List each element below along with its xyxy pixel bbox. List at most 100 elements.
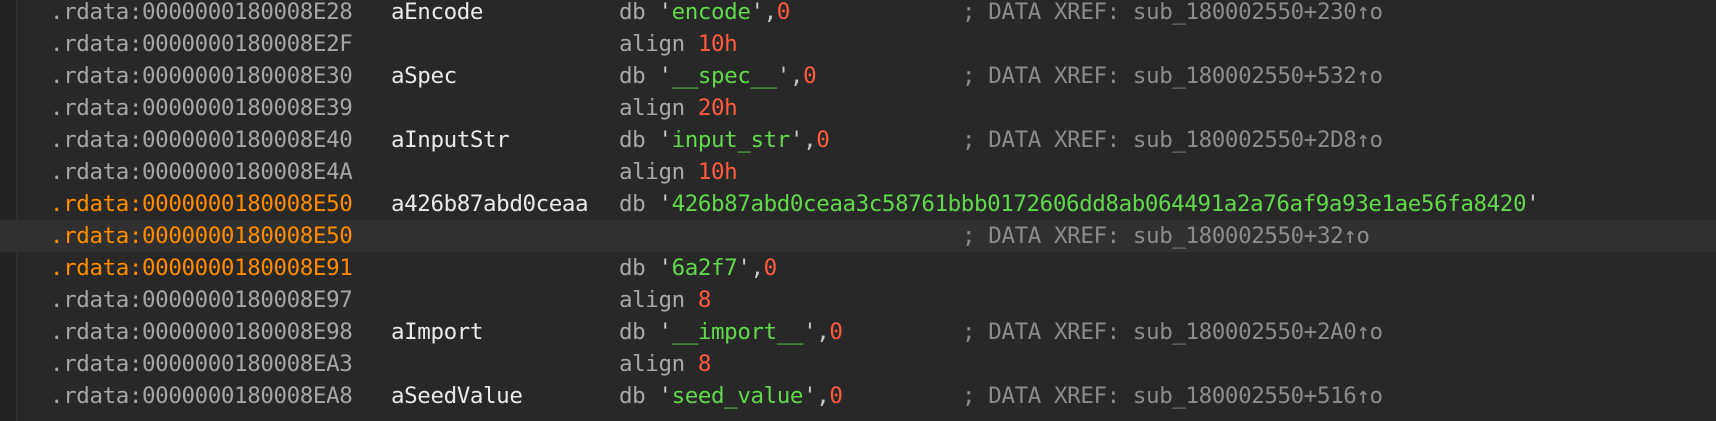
listing-row[interactable]: .rdata:0000000180008E39 align 20h (0, 92, 1716, 124)
row-label[interactable]: aInputStr (391, 124, 510, 156)
row-instruction: db 'encode',0 (619, 0, 790, 28)
row-close-quote: ', (776, 63, 804, 89)
listing-row[interactable]: .rdata:0000000180008E40 aInputStr db 'in… (0, 124, 1716, 156)
row-close-quote: ', (750, 0, 777, 25)
row-string-value[interactable]: __spec__ (672, 63, 778, 89)
row-address[interactable]: .rdata:0000000180008E4A (50, 156, 353, 188)
row-string-value[interactable]: encode (672, 0, 751, 25)
row-mnemonic: db (619, 63, 646, 89)
row-address[interactable]: .rdata:0000000180008E2F (50, 28, 353, 60)
row-string-value[interactable]: 6a2f7 (672, 255, 738, 281)
row-label[interactable]: a426b87abd0ceaa (391, 188, 589, 220)
row-open-quote (685, 31, 698, 57)
row-instruction: align 10h (619, 156, 738, 188)
row-instruction: db '6a2f7',0 (619, 252, 777, 284)
row-close-quote: ' (1526, 191, 1540, 217)
row-string-value[interactable]: seed_value (672, 383, 804, 409)
disassembly-listing[interactable]: .rdata:0000000180008E28 aEncode db 'enco… (0, 0, 1716, 421)
row-open-quote: ' (645, 255, 672, 281)
row-address[interactable]: .rdata:0000000180008E50 (50, 188, 353, 220)
row-instruction: db '__spec__',0 (619, 60, 817, 92)
row-number: 0 (763, 255, 778, 281)
row-mnemonic: db (619, 383, 646, 409)
row-mnemonic: align (619, 95, 685, 121)
listing-row[interactable]: .rdata:0000000180008E98 aImport db '__im… (0, 316, 1716, 348)
listing-row[interactable]: .rdata:0000000180008EA3 align 8 (0, 348, 1716, 380)
row-open-quote: ' (645, 127, 672, 153)
row-instruction: align 8 (619, 348, 711, 380)
row-mnemonic: db (619, 127, 646, 153)
row-mnemonic: db (619, 255, 646, 281)
row-number: 8 (697, 287, 712, 313)
row-close-quote: ', (803, 383, 830, 409)
row-number: 20h (697, 95, 738, 121)
row-mnemonic: align (619, 287, 685, 313)
row-address[interactable]: .rdata:0000000180008E98 (50, 316, 353, 348)
row-open-quote (685, 287, 698, 313)
listing-row[interactable]: .rdata:0000000180008E2F align 10h (0, 28, 1716, 60)
row-instruction: db '__import__',0 (619, 316, 843, 348)
row-instruction: db 'input_str',0 (619, 124, 830, 156)
row-mnemonic: db (619, 0, 646, 25)
row-address[interactable]: .rdata:0000000180008E97 (50, 284, 353, 316)
row-instruction: align 10h (619, 28, 738, 60)
row-address[interactable]: .rdata:0000000180008EA8 (50, 380, 353, 412)
row-label[interactable]: aEncode (391, 0, 483, 28)
row-address[interactable]: .rdata:0000000180008E50 (50, 220, 353, 252)
row-mnemonic: align (619, 31, 685, 57)
row-number: 10h (697, 159, 738, 185)
row-label[interactable]: aImport (391, 316, 483, 348)
row-open-quote: ' (645, 191, 672, 217)
row-address[interactable]: .rdata:0000000180008E28 (50, 0, 353, 28)
row-string-value[interactable]: __import__ (672, 319, 804, 345)
row-string-value[interactable]: 426b87abd0ceaa3c58761bbb0172606dd8ab0644… (672, 191, 1527, 217)
row-open-quote: ' (645, 319, 672, 345)
row-number: 0 (829, 383, 843, 409)
row-label[interactable]: aSeedValue (391, 380, 523, 412)
listing-row[interactable]: .rdata:0000000180008E50 a426b87abd0ceaa … (0, 188, 1716, 220)
row-open-quote (685, 351, 698, 377)
row-open-quote (685, 95, 698, 121)
listing-row-current[interactable]: .rdata:0000000180008E50 ; DATA XREF: sub… (0, 220, 1716, 252)
listing-row[interactable]: .rdata:0000000180008E28 aEncode db 'enco… (0, 0, 1716, 28)
row-close-quote: ', (737, 255, 764, 281)
row-comment[interactable]: ; DATA XREF: sub_180002550+32↑o (962, 220, 1370, 252)
row-string-value[interactable]: input_str (672, 127, 791, 153)
row-address[interactable]: .rdata:0000000180008E30 (50, 60, 353, 92)
row-comment[interactable]: ; DATA XREF: sub_180002550+2A0↑o (962, 316, 1383, 348)
row-mnemonic: align (619, 159, 685, 185)
row-number: 0 (829, 319, 843, 345)
listing-row[interactable]: .rdata:0000000180008E30 aSpec db '__spec… (0, 60, 1716, 92)
row-comment[interactable]: ; DATA XREF: sub_180002550+516↑o (962, 380, 1383, 412)
row-mnemonic: db (619, 191, 646, 217)
row-address[interactable]: .rdata:0000000180008EA3 (50, 348, 353, 380)
row-open-quote: ' (645, 383, 672, 409)
row-address[interactable]: .rdata:0000000180008E91 (50, 252, 353, 284)
row-number: 0 (803, 63, 817, 89)
row-close-quote: ', (803, 319, 830, 345)
row-open-quote: ' (645, 0, 672, 25)
row-number: 0 (776, 0, 791, 25)
row-number: 10h (697, 31, 738, 57)
row-open-quote (685, 159, 698, 185)
listing-row[interactable]: .rdata:0000000180008E91 db '6a2f7',0 (0, 252, 1716, 284)
row-comment[interactable]: ; DATA XREF: sub_180002550+532↑o (962, 60, 1383, 92)
row-close-quote: ', (789, 127, 817, 153)
row-mnemonic: align (619, 351, 685, 377)
row-instruction: db '426b87abd0ceaa3c58761bbb0172606dd8ab… (619, 188, 1540, 220)
row-instruction: align 8 (619, 284, 711, 316)
listing-row[interactable]: .rdata:0000000180008EA8 aSeedValue db 's… (0, 380, 1716, 412)
listing-row[interactable]: .rdata:0000000180008E4A align 10h (0, 156, 1716, 188)
listing-row[interactable]: .rdata:0000000180008E97 align 8 (0, 284, 1716, 316)
row-instruction: align 20h (619, 92, 738, 124)
row-number: 0 (816, 127, 830, 153)
row-label[interactable]: aSpec (391, 60, 457, 92)
row-address[interactable]: .rdata:0000000180008E40 (50, 124, 353, 156)
row-comment[interactable]: ; DATA XREF: sub_180002550+230↑o (962, 0, 1383, 28)
row-mnemonic: db (619, 319, 646, 345)
row-address[interactable]: .rdata:0000000180008E39 (50, 92, 353, 124)
row-instruction: db 'seed_value',0 (619, 380, 843, 412)
row-comment[interactable]: ; DATA XREF: sub_180002550+2D8↑o (962, 124, 1383, 156)
row-number: 8 (697, 351, 712, 377)
row-open-quote: ' (645, 63, 672, 89)
